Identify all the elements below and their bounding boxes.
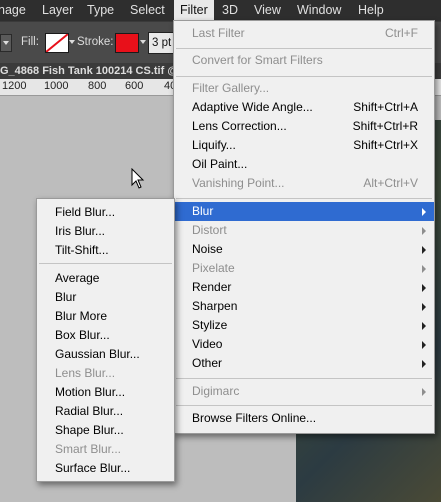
menu-item-smart-blur[interactable]: Smart Blur... <box>37 440 174 459</box>
menu-item-other[interactable]: Other <box>174 354 434 373</box>
blur-submenu: Field Blur... Iris Blur... Tilt-Shift...… <box>36 198 175 482</box>
submenu-arrow-icon <box>422 246 426 254</box>
menu-item-iris-blur[interactable]: Iris Blur... <box>37 222 174 241</box>
menu-item-sharpen[interactable]: Sharpen <box>174 297 434 316</box>
submenu-arrow-icon <box>422 322 426 330</box>
menu-select[interactable]: Select <box>130 0 165 21</box>
menu-item-stylize[interactable]: Stylize <box>174 316 434 335</box>
menu-item-noise[interactable]: Noise <box>174 240 434 259</box>
no-fill-icon <box>46 34 68 52</box>
fill-swatch[interactable] <box>45 33 69 53</box>
submenu-arrow-icon <box>422 208 426 216</box>
menu-item-blur[interactable]: Blur <box>174 202 434 221</box>
menu-3d[interactable]: 3D <box>222 0 238 21</box>
ruler-label: 1000 <box>44 80 69 92</box>
menu-separator <box>176 198 432 199</box>
submenu-arrow-icon <box>422 303 426 311</box>
fill-label: Fill: <box>21 36 39 48</box>
menu-item-convert-smart-filters[interactable]: Convert for Smart Filters <box>174 51 434 70</box>
menu-layer[interactable]: Layer <box>42 0 73 21</box>
menu-view[interactable]: View <box>254 0 281 21</box>
menu-separator <box>176 48 432 49</box>
menu-item-tilt-shift[interactable]: Tilt-Shift... <box>37 241 174 260</box>
menu-item-digimarc[interactable]: Digimarc <box>174 382 434 401</box>
submenu-arrow-icon <box>422 360 426 368</box>
menu-item-vanishing-point[interactable]: Vanishing Point... Alt+Ctrl+V <box>174 174 434 193</box>
chevron-down-icon[interactable] <box>140 40 146 44</box>
menu-image[interactable]: nage <box>0 0 26 21</box>
submenu-arrow-icon <box>422 341 426 349</box>
chevron-down-icon[interactable] <box>69 40 75 44</box>
stroke-swatch[interactable] <box>115 33 139 53</box>
menu-item-surface-blur[interactable]: Surface Blur... <box>37 459 174 478</box>
stroke-label: Stroke: <box>77 36 114 48</box>
menu-item-browse-filters-online[interactable]: Browse Filters Online... <box>174 409 434 428</box>
menu-filter[interactable]: Filter <box>174 0 214 21</box>
menu-help[interactable]: Help <box>358 0 384 21</box>
submenu-arrow-icon <box>422 227 426 235</box>
mouse-cursor-icon <box>131 168 145 189</box>
ruler-label: 800 <box>88 80 107 92</box>
menu-item-box-blur[interactable]: Box Blur... <box>37 326 174 345</box>
submenu-arrow-icon <box>422 284 426 292</box>
menu-separator <box>39 263 172 264</box>
menu-item-shape-blur[interactable]: Shape Blur... <box>37 421 174 440</box>
menu-item-blur[interactable]: Blur <box>37 288 174 307</box>
filter-menu: Last Filter Ctrl+F Convert for Smart Filt… <box>173 20 435 434</box>
menu-item-filter-gallery[interactable]: Filter Gallery... <box>174 79 434 98</box>
menu-item-adaptive-wide-angle[interactable]: Adaptive Wide Angle... Shift+Ctrl+A <box>174 98 434 117</box>
submenu-arrow-icon <box>422 265 426 273</box>
menu-separator <box>176 378 432 379</box>
document-tab[interactable]: G_4868 Fish Tank 100214 CS.tif @ <box>0 63 178 79</box>
menu-separator <box>176 76 432 77</box>
stroke-width-value: 3 pt <box>152 37 172 49</box>
menu-item-last-filter[interactable]: Last Filter Ctrl+F <box>174 24 434 43</box>
menu-item-oil-paint[interactable]: Oil Paint... <box>174 155 434 174</box>
menu-item-render[interactable]: Render <box>174 278 434 297</box>
submenu-arrow-icon <box>422 388 426 396</box>
menu-item-gaussian-blur[interactable]: Gaussian Blur... <box>37 345 174 364</box>
menu-item-lens-correction[interactable]: Lens Correction... Shift+Ctrl+R <box>174 117 434 136</box>
menu-window[interactable]: Window <box>297 0 341 21</box>
menu-item-blur-more[interactable]: Blur More <box>37 307 174 326</box>
ruler-label: 1200 <box>2 80 27 92</box>
menu-item-lens-blur[interactable]: Lens Blur... <box>37 364 174 383</box>
ruler-label: 600 <box>125 80 144 92</box>
menu-item-motion-blur[interactable]: Motion Blur... <box>37 383 174 402</box>
chevron-down-icon <box>3 41 9 45</box>
menu-item-video[interactable]: Video <box>174 335 434 354</box>
menu-item-pixelate[interactable]: Pixelate <box>174 259 434 278</box>
menu-bar: nage Layer Type Select Filter 3D View Wi… <box>0 0 441 21</box>
menu-type[interactable]: Type <box>87 0 114 21</box>
menu-separator <box>176 405 432 406</box>
menu-item-average[interactable]: Average <box>37 269 174 288</box>
menu-item-distort[interactable]: Distort <box>174 221 434 240</box>
menu-item-radial-blur[interactable]: Radial Blur... <box>37 402 174 421</box>
menu-item-field-blur[interactable]: Field Blur... <box>37 203 174 222</box>
options-dropdown[interactable] <box>0 34 12 52</box>
menu-item-liquify[interactable]: Liquify... Shift+Ctrl+X <box>174 136 434 155</box>
